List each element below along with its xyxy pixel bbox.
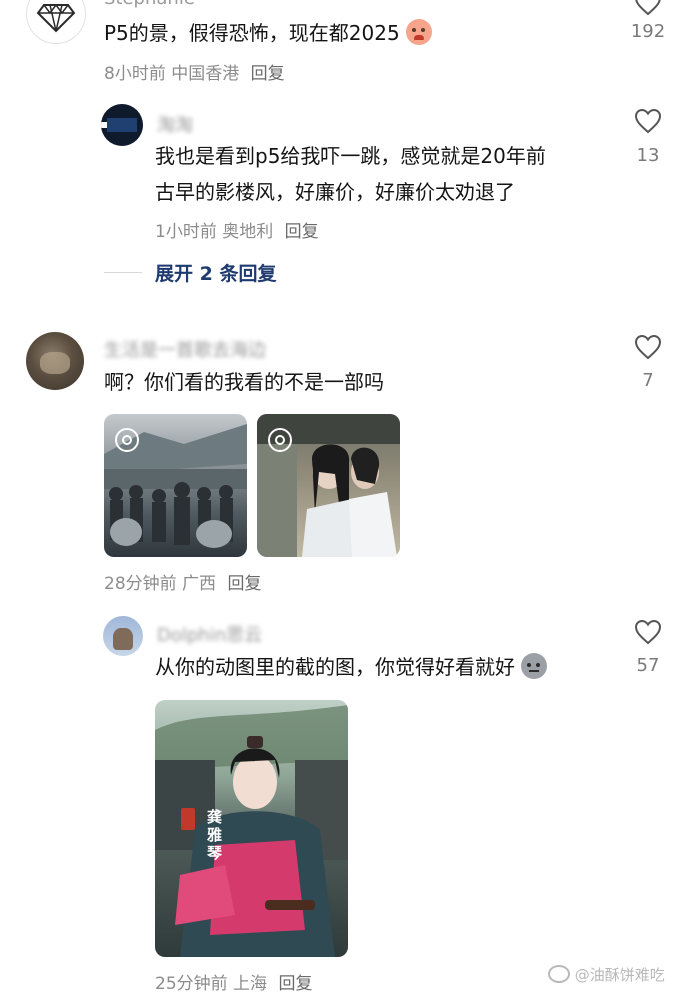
reply-button[interactable]: 回复 [285,222,319,242]
comment-text: 从你的动图里的截的图，你觉得好看就好 [155,649,548,685]
avatar[interactable] [101,104,143,146]
like-count: 57 [636,655,660,676]
sweat-face-emoji [521,653,548,679]
commenter-name[interactable]: Dolphin思云 [157,621,262,647]
heart-icon[interactable] [634,334,662,360]
comment-image[interactable] [257,414,400,557]
avatar[interactable] [26,0,86,44]
live-photo-icon [268,428,292,452]
comment-text-line: 我也是看到p5给我吓一跳，感觉就是20年前 [155,144,546,168]
commenter-name[interactable]: 生活是一首歌去海边 [104,336,266,362]
comment-text: 啊？你们看的我看的不是一部吗 [104,370,384,394]
reply-button[interactable]: 回复 [278,974,312,994]
reply-button[interactable]: 回复 [251,64,285,84]
photo-caption: 龚雅琴 [207,808,223,862]
heart-icon[interactable] [634,108,662,134]
avatar[interactable] [103,616,143,656]
commenter-name[interactable]: 淘淘 [157,111,193,137]
comment-text-line: 古早的影楼风，好廉价，好廉价太劝退了 [155,180,515,204]
reply-button[interactable]: 回复 [227,574,261,594]
like-count: 192 [630,21,666,42]
heart-icon[interactable] [634,619,662,645]
comment-image[interactable]: 龚雅琴 [155,700,348,957]
like-count: 7 [642,370,654,391]
commenter-name[interactable]: Stephanie [104,0,195,9]
live-photo-icon [115,428,139,452]
diamond-icon [36,3,76,33]
avatar[interactable] [26,332,84,390]
weibo-icon [548,965,570,983]
heart-icon[interactable] [634,0,662,16]
red-seal-stamp [181,808,195,830]
weibo-watermark: @油酥饼难吃 [548,964,665,985]
expand-replies-button[interactable]: 展开 2 条回复 [155,259,276,286]
comment-image[interactable] [104,414,247,557]
comment-meta: 8小时前 中国香港 回复 [104,64,285,84]
expand-divider [104,272,142,273]
comment-text: P5的景，假得恐怖，现在都2025 [104,15,433,51]
comment-meta: 25分钟前 上海 回复 [155,974,313,994]
comment-meta: 28分钟前 广西 回复 [104,574,262,594]
comment-meta: 1小时前 奥地利 回复 [155,222,319,242]
like-count: 13 [636,145,660,166]
crying-face-emoji [406,19,433,45]
